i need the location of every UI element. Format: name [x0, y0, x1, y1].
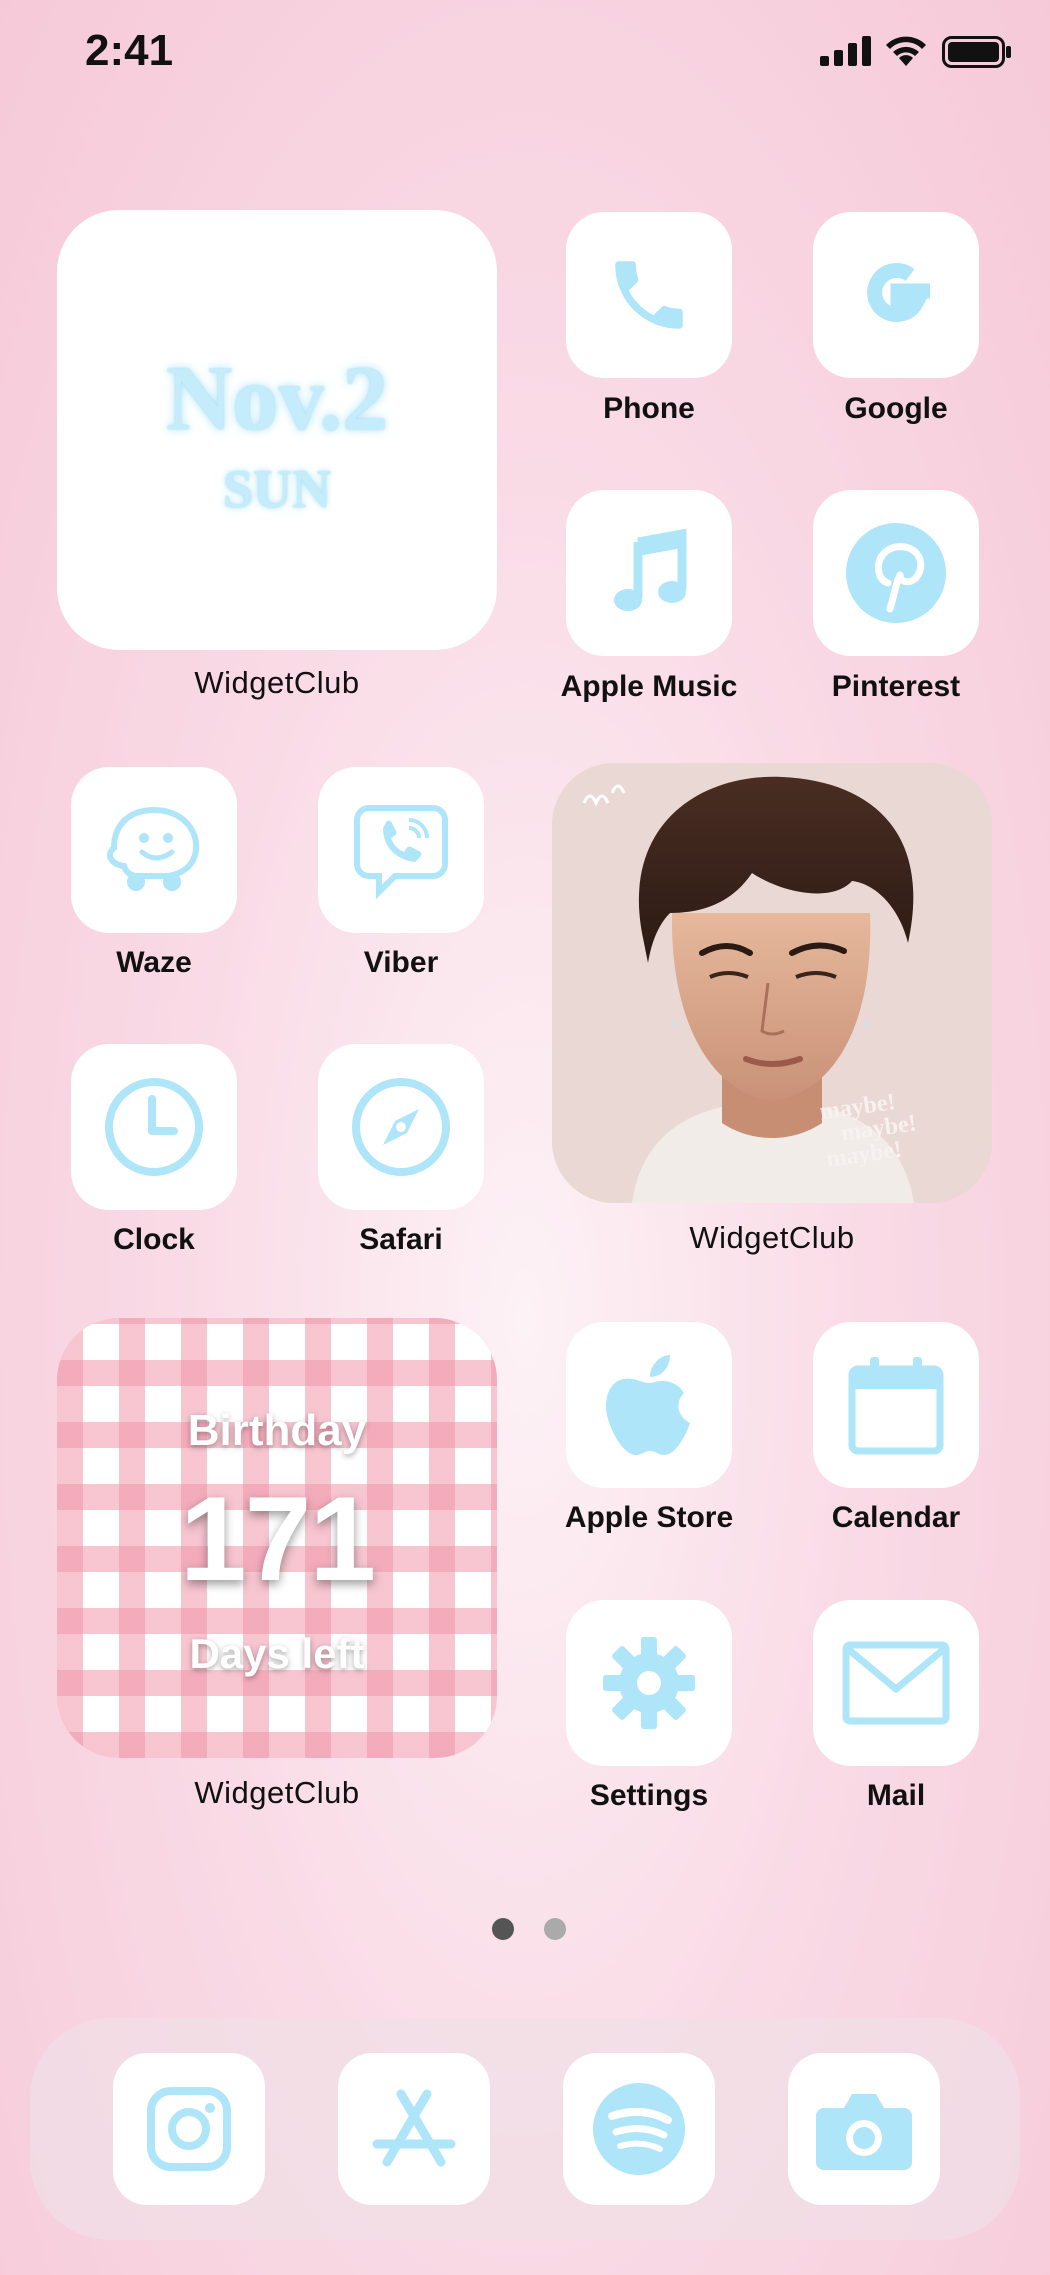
photo-widget[interactable]: maybe!maybe!maybe!: [552, 763, 992, 1203]
apple-store-app[interactable]: [566, 1322, 732, 1488]
page-dot-inactive[interactable]: [544, 1918, 566, 1940]
app-store-app[interactable]: [338, 2053, 490, 2205]
clock-app[interactable]: [71, 1044, 237, 1210]
music-note-icon: [614, 528, 687, 611]
countdown-subtitle: Days left: [189, 1630, 365, 1677]
google-label: Google: [844, 392, 948, 425]
countdown-widget-label: WidgetClub: [194, 1775, 360, 1810]
camera-icon: [816, 2094, 912, 2170]
waze-icon: [106, 806, 200, 891]
google-icon: [867, 263, 930, 322]
dock: [30, 2018, 1020, 2240]
page-dot-active[interactable]: [492, 1918, 514, 1940]
calendar-icon: [848, 1357, 944, 1455]
camera-app[interactable]: [788, 2053, 940, 2205]
instagram-app[interactable]: [113, 2053, 265, 2205]
waze-app[interactable]: [71, 767, 237, 933]
calendar-app[interactable]: [813, 1322, 979, 1488]
photo-widget-label: WidgetClub: [689, 1220, 855, 1255]
spotify-icon: [593, 2083, 685, 2175]
apple-icon: [605, 1355, 690, 1455]
spotify-app[interactable]: [563, 2053, 715, 2205]
phone-icon: [615, 261, 683, 329]
mail-app[interactable]: [813, 1600, 979, 1766]
countdown-widget[interactable]: Birthday 171 Days left: [57, 1318, 497, 1758]
wifi-icon: [886, 36, 926, 66]
countdown-title: Birthday: [187, 1406, 367, 1455]
phone-label: Phone: [603, 392, 695, 425]
waze-label: Waze: [116, 946, 192, 979]
status-bar: 2:41: [0, 0, 1050, 110]
cellular-signal-icon: [820, 36, 871, 66]
apple-music-app[interactable]: [566, 490, 732, 656]
status-time: 2:41: [85, 26, 174, 75]
safari-label: Safari: [359, 1223, 443, 1256]
viber-label: Viber: [363, 946, 439, 979]
compass-icon: [352, 1078, 450, 1176]
viber-app[interactable]: [318, 767, 484, 933]
pinterest-icon: [846, 523, 946, 623]
widget-day: SUN: [222, 459, 332, 519]
date-widget[interactable]: Nov.2 SUN: [57, 210, 497, 650]
app-store-icon: [372, 2089, 456, 2167]
gear-icon: [603, 1637, 695, 1729]
instagram-icon: [147, 2087, 231, 2171]
phone-app[interactable]: [566, 212, 732, 378]
settings-label: Settings: [589, 1779, 709, 1812]
calendar-label: Calendar: [831, 1501, 961, 1534]
clock-icon: [105, 1078, 203, 1176]
pinterest-app[interactable]: [813, 490, 979, 656]
countdown-days: 171: [179, 1472, 376, 1606]
viber-icon: [354, 805, 448, 900]
apple-store-label: Apple Store: [564, 1501, 734, 1534]
mail-label: Mail: [866, 1779, 926, 1812]
date-widget-label: WidgetClub: [194, 665, 360, 700]
widget-date: Nov.2: [165, 347, 389, 449]
settings-app[interactable]: [566, 1600, 732, 1766]
mail-icon: [842, 1641, 950, 1725]
battery-icon: [942, 36, 1011, 68]
safari-app[interactable]: [318, 1044, 484, 1210]
portrait-image: maybe!maybe!maybe!: [552, 763, 992, 1203]
pinterest-label: Pinterest: [831, 670, 961, 703]
apple-music-label: Apple Music: [560, 670, 738, 703]
google-app[interactable]: [813, 212, 979, 378]
clock-label: Clock: [113, 1223, 195, 1256]
